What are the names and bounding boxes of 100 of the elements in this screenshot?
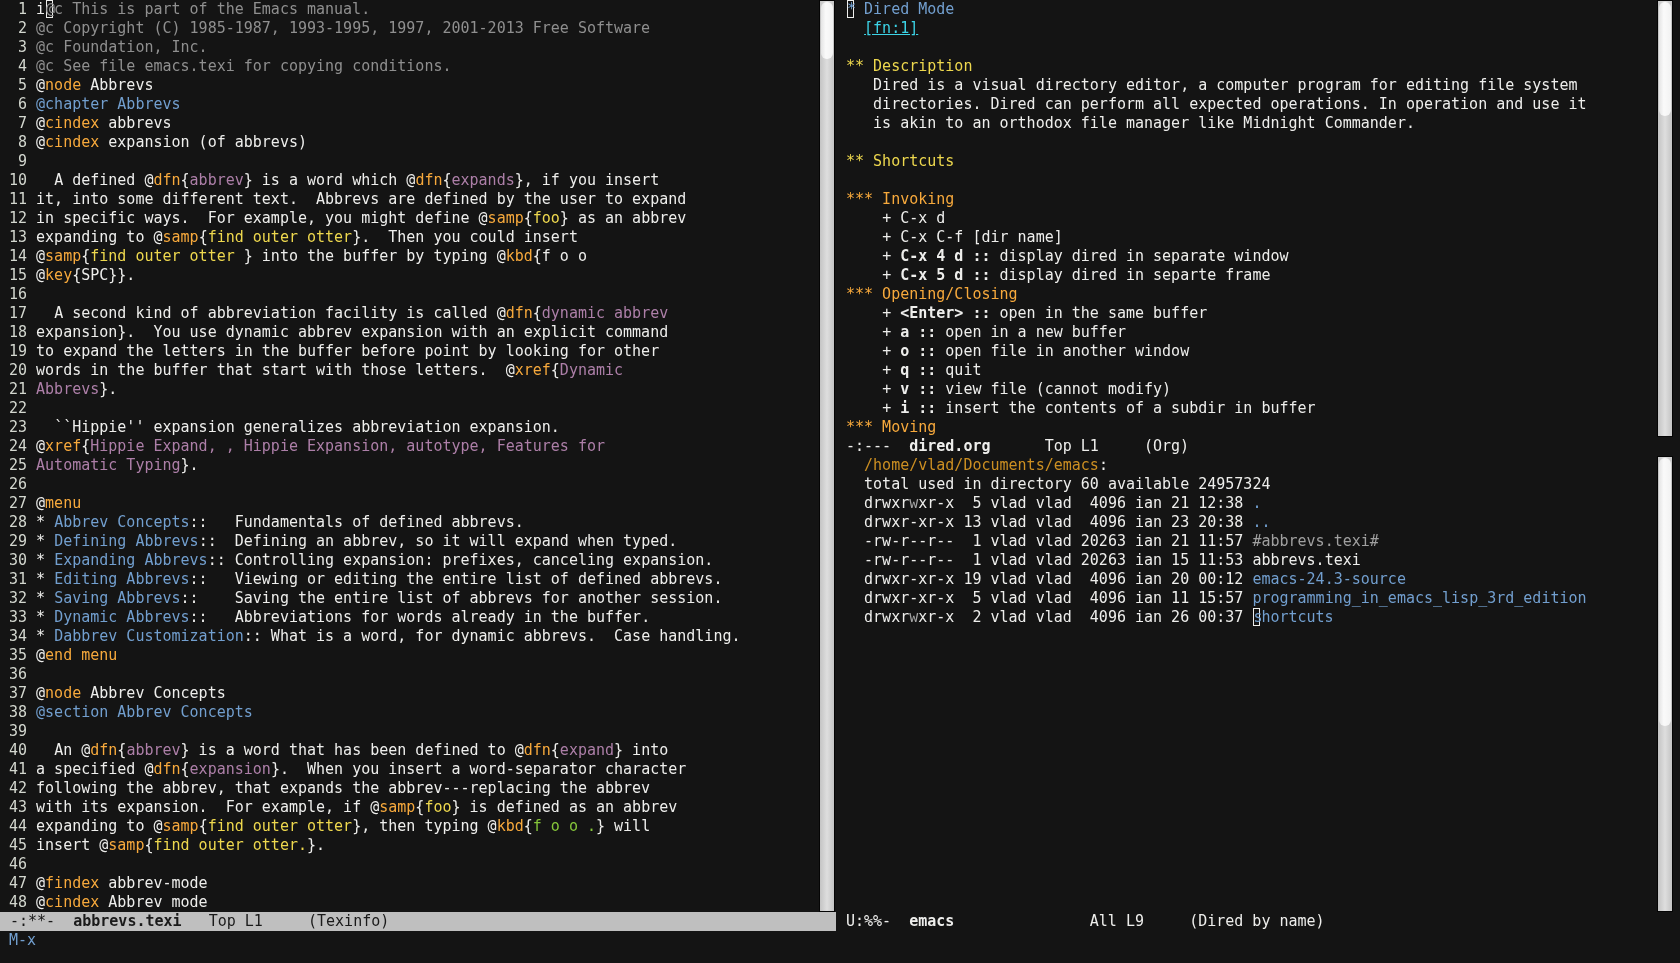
code-line: * Saving Abbrevs:: Saving the entire list of abbrevs for another session. [36,589,723,607]
scrollbar-thumb[interactable] [821,2,833,59]
line-number: 40 [9,741,28,759]
code-line: Abbrevs}. [36,380,118,398]
major-mode: (Dired by name) [1189,912,1325,930]
file-entry[interactable]: drwxr-xr-x 19 vlad vlad 4096 ian 20 00:12 emacs-24.3-source [864,570,1406,588]
line-number: 22 [9,399,28,417]
cursor-position: Top L1 [208,912,263,930]
code-line: @chapter Abbrevs [36,95,181,113]
cursor-position: All L9 [1089,912,1144,930]
line-number: 19 [9,342,28,360]
line-number: 38 [9,703,28,721]
code-line: @findex abbrev-mode [36,874,208,892]
outline-heading: *** Invoking [846,190,955,208]
line-number: 16 [9,285,28,303]
scrollbar[interactable] [819,0,835,912]
code-line: in specific ways. For example, you might define @samp{foo} as an abbrev [36,209,687,227]
file-entry[interactable]: drwxrwxr-x 5 vlad vlad 4096 ian 21 12:38 . [864,494,1262,512]
line-number: 34 [9,627,28,645]
code-line: * Defining Abbrevs:: Defining an abbrev, so it will expand when typed. [36,532,678,550]
line-number: 17 [9,304,28,322]
buffer-name: dired.org [909,437,991,455]
line-number: 33 [9,608,28,626]
code-line: @node Abbrev Concepts [36,684,226,702]
line-number: 29 [9,532,28,550]
line-number: 37 [9,684,28,702]
code-line: it, into some different text. Abbrevs are defined by the user to expand [36,190,687,208]
code-line: @c See file emacs.texi for copying conditions. [36,57,452,75]
line-number: 28 [9,513,28,531]
scrollbar-thumb[interactable] [1659,458,1671,726]
line-number: 12 [9,209,28,227]
code-line: * Abbrev Concepts:: Fundamentals of defined abbrevs. [36,513,524,531]
line-number: 25 [9,456,28,474]
file-entry[interactable]: drwxr-xr-x 13 vlad vlad 4096 ian 23 20:38 .. [864,513,1271,531]
line-number: 39 [9,722,28,740]
code-line: A defined @dfn{abbrev} is a word which @dfn{expands}, if you insert [54,171,660,189]
code-line: @xref{Hippie Expand, , Hippie Expansion, autotype, Features for [36,437,605,455]
line-number: 21 [9,380,28,398]
file-entry[interactable]: -rw-r--r-- 1 vlad vlad 20263 ian 15 11:53 abbrevs.texi [864,551,1361,569]
footnote-link[interactable]: [fn:1] [864,19,919,37]
line-number: 46 [9,855,28,873]
line-number: 30 [9,551,28,569]
code-line: following the abbrev, that expands the abbrev---replacing the abbrev [36,779,651,797]
line-number: 2 [18,19,28,37]
directory-heading: /home/vlad/Documents/emacs: [864,456,1108,474]
line-number: 20 [9,361,28,379]
scrollbar[interactable] [1657,456,1673,912]
code-line: * Editing Abbrevs:: Viewing or editing the entire list of defined abbrevs. [36,570,723,588]
mode-line-status: U:%%- [846,912,892,930]
code-line: @c Copyright (C) 1985-1987, 1993-1995, 1997, 2001-2013 Free Software [36,19,651,37]
text-line: is akin to an orthodox file manager like Midnight Commander. [873,114,1415,132]
line-number: 15 [9,266,28,284]
code-line: @section Abbrev Concepts [36,703,253,721]
line-number: 7 [18,114,28,132]
line-number: 3 [18,38,28,56]
line-number: 24 [9,437,28,455]
line-number: 18 [9,323,28,341]
major-mode: (Org) [1144,437,1190,455]
line-number: 10 [9,171,28,189]
text-line: + q :: quit [882,361,982,379]
line-number: 27 [9,494,28,512]
outline-heading: ** Shortcuts [846,152,955,170]
code-line: A second kind of abbreviation facility is called @dfn{dynamic abbrev [54,304,669,322]
text-line: + C-x 5 d :: display dired in separte frame [882,266,1271,284]
code-line: * Dynamic Abbrevs:: Abbreviations for words already in the buffer. [36,608,651,626]
code-line: @node Abbrevs [36,76,154,94]
line-number: 45 [9,836,28,854]
line-number: 23 [9,418,28,436]
file-entry[interactable]: drwxr-xr-x 5 vlad vlad 4096 ian 11 15:57 programming_in_emacs_lisp_3rd_edition [864,589,1587,607]
code-line: @cindex Abbrev mode [36,893,208,911]
text-line: + o :: open file in another window [882,342,1190,360]
code-line: @cindex abbrevs [36,114,172,132]
scrollbar-thumb[interactable] [1659,2,1671,116]
code-line: @key{SPC}}. [36,266,136,284]
code-line: @c Foundation, Inc. [36,38,208,56]
line-number: 47 [9,874,28,892]
file-entry[interactable]: -rw-r--r-- 1 vlad vlad 20263 ian 21 11:57 #abbrevs.texi# [864,532,1379,550]
code-line: expanding to @samp{find outer otter}, then typing @kbd{f o o .} will [36,817,651,835]
text-line: + v :: view file (cannot modify) [882,380,1172,398]
line-number: 31 [9,570,28,588]
text-line: + C-x 4 d :: display dired in separate window [882,247,1289,265]
code-line: words in the buffer that start with those letters. @xref{Dynamic [36,361,624,379]
code-line: expanding to @samp{find outer otter}. Then you could insert [36,228,578,246]
line-number: 11 [9,190,28,208]
text-line: + <Enter> :: open in the same buffer [882,304,1208,322]
line-number: 14 [9,247,28,265]
line-number: 41 [9,760,28,778]
cursor-position: Top L1 [1044,437,1099,455]
code-line: with its expansion. For example, if @samp{foo} is defined as an abbrev [36,798,678,816]
code-line: insert @samp{find outer otter.}. [36,836,326,854]
buffer-name: emacs [909,912,955,930]
scrollbar[interactable] [1657,0,1673,437]
line-number: 32 [9,589,28,607]
text-line: + C-x C-f [dir name] [882,228,1063,246]
mode-line-status: -:**- [10,912,56,930]
text-line: + i :: insert the contents of a subdir in buffer [882,399,1316,417]
line-number: 35 [9,646,28,664]
code-line: @cindex expansion (of abbrevs) [36,133,307,151]
code-line: ``Hippie'' expansion generalizes abbreviation expansion. [54,418,560,436]
line-number: 44 [9,817,28,835]
